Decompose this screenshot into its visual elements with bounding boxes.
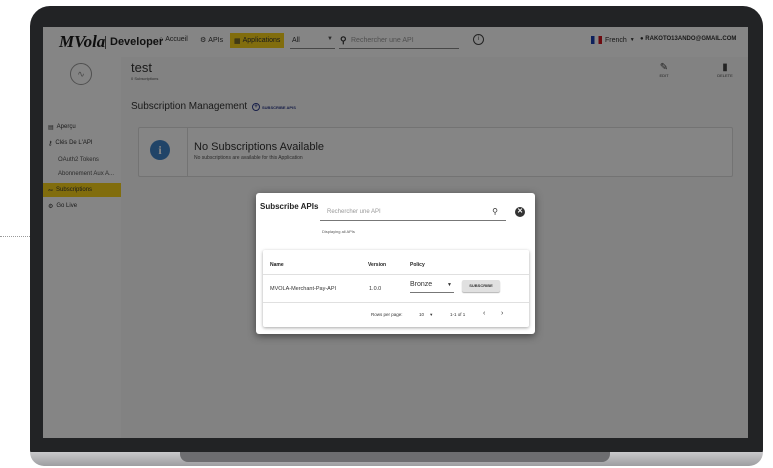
displaying-text: Displaying all APIs: [322, 229, 355, 234]
screen: MVola Developer ⌂ Accueil ⚙ APIs ▦ Appli…: [43, 27, 748, 438]
chevron-down-icon: ▼: [429, 312, 434, 317]
laptop-notch: [180, 452, 610, 462]
subscribe-apis-dialog: Subscribe APIs Rechercher une API ⚲ ✕ Di…: [256, 193, 535, 334]
dialog-search-input[interactable]: Rechercher une API ⚲: [320, 204, 506, 221]
laptop-base: [30, 452, 763, 466]
api-name-cell: MVOLA-Merchant-Pay-API: [270, 286, 337, 292]
column-header-policy: Policy: [410, 262, 425, 268]
header-divider: [263, 274, 529, 275]
row-divider: [263, 302, 529, 303]
apis-table: Name Version Policy MVOLA-Merchant-Pay-A…: [263, 250, 529, 327]
rows-per-page-select[interactable]: 10 ▼: [419, 312, 433, 317]
next-page-icon[interactable]: ›: [501, 310, 503, 317]
chevron-down-icon: ▼: [447, 282, 452, 288]
policy-value: Bronze: [410, 281, 433, 288]
column-header-version: Version: [368, 262, 387, 268]
dialog-search-placeholder: Rechercher une API: [327, 209, 381, 215]
dialog-title: Subscribe APIs: [260, 202, 319, 211]
search-icon: ⚲: [492, 207, 498, 216]
previous-page-icon[interactable]: ‹: [483, 310, 485, 317]
pagination-range: 1-1 of 1: [450, 312, 466, 317]
close-icon[interactable]: ✕: [515, 207, 525, 217]
policy-select[interactable]: Bronze ▼: [410, 279, 454, 293]
column-header-name: Name: [270, 262, 284, 268]
api-version-cell: 1.0.0: [369, 286, 382, 292]
rows-per-page-value: 10: [419, 312, 425, 317]
subscribe-button[interactable]: SUBSCRIBE: [462, 280, 500, 292]
rows-per-page-label: Rows per page:: [371, 312, 403, 317]
